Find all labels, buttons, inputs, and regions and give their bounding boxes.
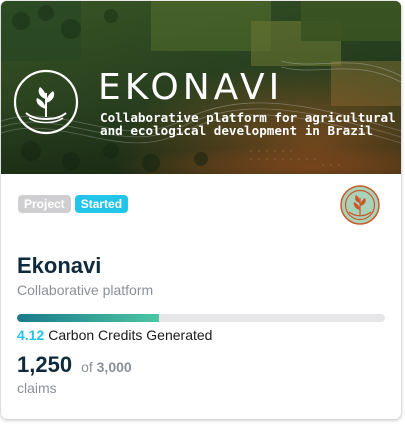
carbon-credits: 4.12 Carbon Credits Generated <box>17 327 212 343</box>
claims-label: claims <box>17 380 57 396</box>
credits-progress-fill <box>17 314 159 322</box>
project-title: Ekonavi <box>17 253 102 278</box>
claims-total-value: 3,000 <box>96 359 132 375</box>
status-badge: Started <box>74 195 129 213</box>
project-banner-image: EKONAVI Collaborative platform for agric… <box>1 1 401 174</box>
claims-count: 1,250 <box>17 352 73 377</box>
claims-total: of 3,000 <box>81 359 132 375</box>
brand-name: EKONAVI <box>98 67 284 108</box>
brand-tagline: Collaborative platform for agricultural … <box>100 111 400 137</box>
credits-progress-bar <box>17 314 385 322</box>
claims-summary: 1,250 of 3,000 <box>17 352 132 378</box>
credits-value: 4.12 <box>17 327 45 343</box>
project-avatar <box>340 185 380 225</box>
credits-label: Carbon Credits Generated <box>48 327 213 343</box>
project-card[interactable]: EKONAVI Collaborative platform for agric… <box>1 1 401 419</box>
type-badge: Project <box>18 195 71 213</box>
brand-tagline-line2: and ecological development in Brazil <box>100 123 373 138</box>
project-subtitle: Collaborative platform <box>17 282 154 298</box>
claims-of-label: of <box>81 359 93 375</box>
ekonavi-logo <box>13 69 79 135</box>
status-badges: Project Started <box>18 195 129 213</box>
